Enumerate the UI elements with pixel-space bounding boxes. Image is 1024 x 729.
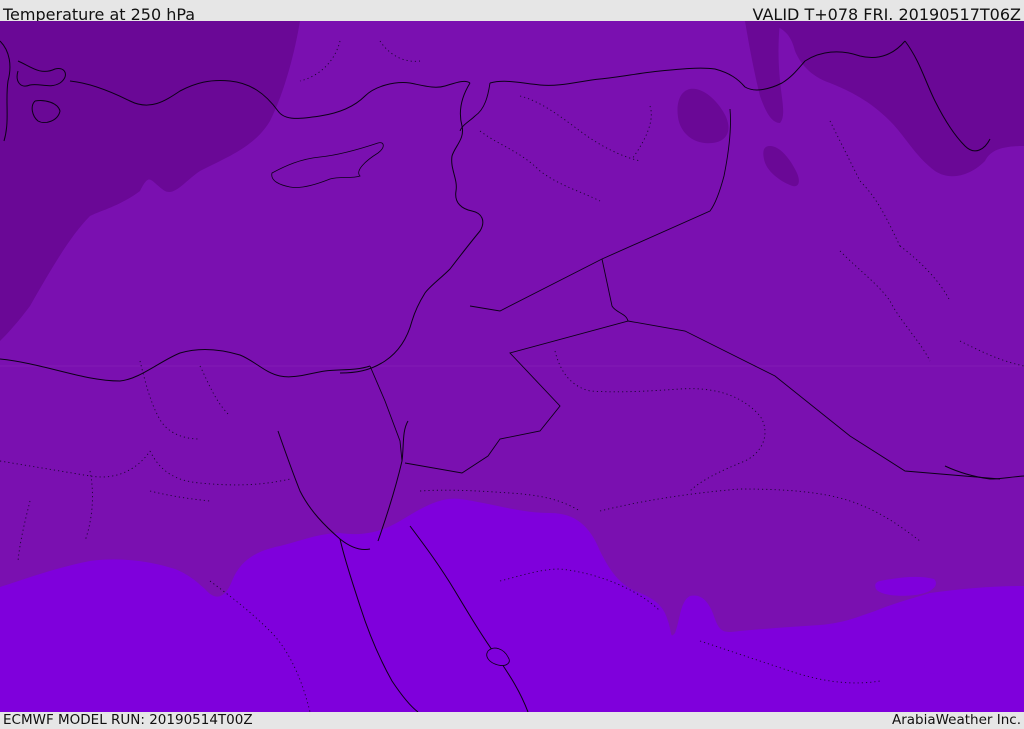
warm-patch-small-2 bbox=[954, 668, 970, 682]
map-canvas bbox=[0, 21, 1024, 712]
model-run: ECMWF MODEL RUN: 20190514T00Z bbox=[3, 712, 253, 728]
map-header: Temperature at 250 hPa VALID T+078 FRI. … bbox=[0, 0, 1024, 23]
map-footer: ECMWF MODEL RUN: 20190514T00Z ArabiaWeat… bbox=[0, 712, 1024, 729]
credit: ArabiaWeather Inc. bbox=[891, 712, 1021, 728]
temperature-map[interactable] bbox=[0, 21, 1024, 712]
